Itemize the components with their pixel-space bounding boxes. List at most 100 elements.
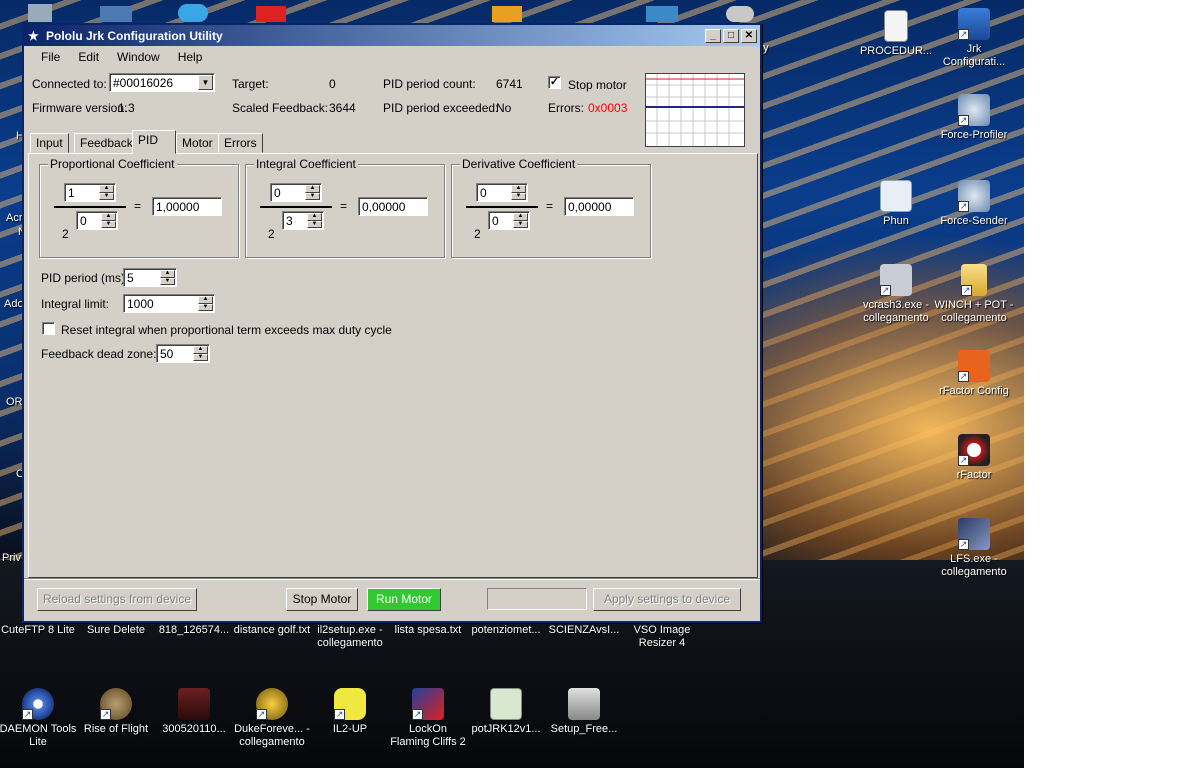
desktop-partial-icon[interactable] (492, 6, 522, 22)
skype-icon[interactable] (178, 4, 208, 22)
spin-down-icon[interactable]: ▼ (307, 220, 322, 228)
tab-feedback[interactable]: Feedback (74, 133, 139, 153)
desktop-icon-jrk[interactable]: ↗ Jrk Configurati... (934, 8, 1014, 69)
spin-down-icon[interactable]: ▼ (101, 220, 116, 228)
close-button[interactable]: ✕ (741, 28, 757, 43)
spin-up-icon[interactable]: ▲ (193, 346, 208, 354)
desktop-icon-rise-of-flight[interactable]: ↗ Rise of Flight (76, 688, 156, 736)
errors-label: Errors: (548, 101, 584, 115)
deadzone-input[interactable]: 50 ▲ ▼ (156, 344, 210, 363)
spin-up-icon[interactable]: ▲ (307, 213, 322, 221)
desktop-icon-lockon[interactable]: ↗ LockOn Flaming Cliffs 2 (388, 688, 468, 749)
desktop-icon-vcrash[interactable]: ↗ vcrash3.exe - collegamento (856, 264, 936, 325)
duke-icon: ↗ (256, 688, 288, 720)
run-motor-button[interactable]: Run Motor (367, 588, 441, 611)
derivative-numerator[interactable]: 0 ▲ ▼ (476, 183, 528, 202)
spin-up-icon[interactable]: ▲ (160, 270, 175, 278)
desktop-icon-818[interactable]: 818_126574... (154, 624, 234, 637)
spin-up-icon[interactable]: ▲ (99, 185, 114, 193)
integral-limit-input[interactable]: 1000 ▲ ▼ (123, 294, 215, 313)
device-select[interactable]: #00016026 ▼ (109, 73, 215, 92)
spin-up-icon[interactable]: ▲ (198, 296, 213, 304)
proportional-numerator[interactable]: 1 ▲ ▼ (64, 183, 116, 202)
desktop-icon-lfs[interactable]: ↗ LFS.exe - collegamento (934, 518, 1014, 579)
desktop-icon-potjrk[interactable]: potJRK12v1... (466, 688, 546, 736)
desktop-partial-icon[interactable] (100, 6, 132, 22)
desktop-icon-winch-pot[interactable]: ↗ WINCH + POT - collegamento (934, 264, 1014, 325)
spin-up-icon[interactable]: ▲ (101, 213, 116, 221)
desktop-icon-cuteftp[interactable]: CuteFTP 8 Lite (0, 624, 78, 637)
proportional-title: Proportional Coefficient (48, 157, 177, 171)
reset-integral-checkbox[interactable] (42, 322, 55, 335)
desktop-icon-rfactor-config[interactable]: ↗ rFactor Config (934, 350, 1014, 398)
integral-exponent[interactable]: 3 ▲ ▼ (282, 211, 324, 230)
il2-up-icon: ↗ (334, 688, 366, 720)
recycle-bin-icon[interactable] (28, 4, 52, 22)
desktop-partial-icon[interactable] (256, 6, 286, 22)
document-icon (884, 10, 908, 42)
minimize-button[interactable]: _ (705, 28, 721, 43)
stop-motor-button[interactable]: Stop Motor (286, 588, 358, 611)
maximize-button[interactable]: □ (723, 28, 739, 43)
pid-count-label: PID period count: (383, 77, 476, 91)
desktop-partial-icon[interactable] (726, 6, 754, 22)
stop-motor-checkbox[interactable]: ✓ (548, 76, 561, 89)
desktop-icon-sure-delete[interactable]: Sure Delete (76, 624, 156, 637)
pid-period-input[interactable]: 5 ▲ ▼ (123, 268, 177, 287)
pid-period-label: PID period (ms): (41, 271, 129, 285)
spin-down-icon[interactable]: ▼ (305, 192, 320, 200)
menu-edit[interactable]: Edit (69, 50, 108, 64)
spin-up-icon[interactable]: ▲ (511, 185, 526, 193)
spin-down-icon[interactable]: ▼ (160, 277, 175, 285)
integral-group: Integral Coefficient 0 ▲ ▼ 3 ▲ ▼ 2 = 0,000… (245, 157, 445, 258)
spin-up-icon[interactable]: ▲ (513, 213, 528, 221)
target-label: Target: (232, 77, 269, 91)
integral-title: Integral Coefficient (254, 157, 358, 171)
menu-help[interactable]: Help (169, 50, 212, 64)
pid-exceeded-value: No (496, 101, 512, 115)
desktop-icon-vso[interactable]: VSO Image Resizer 4 (622, 624, 702, 650)
proportional-exponent[interactable]: 0 ▲ ▼ (76, 211, 118, 230)
tab-input[interactable]: Input (30, 133, 69, 153)
derivative-exponent[interactable]: 0 ▲ ▼ (488, 211, 530, 230)
title-bar[interactable]: ★ Pololu Jrk Configuration Utility _ □ ✕ (24, 25, 760, 46)
spin-up-icon[interactable]: ▲ (305, 185, 320, 193)
desktop-icon-distance-golf[interactable]: distance golf.txt (232, 624, 312, 637)
desktop-icon-phun[interactable]: Phun (856, 180, 936, 228)
proportional-result[interactable]: 1,00000 (152, 197, 222, 216)
menu-window[interactable]: Window (108, 50, 169, 64)
desktop-icon-rfactor[interactable]: ↗ rFactor (934, 434, 1014, 482)
spin-down-icon[interactable]: ▼ (193, 353, 208, 361)
desktop-icon-potenziomet[interactable]: potenziomet... (466, 624, 546, 637)
spin-down-icon[interactable]: ▼ (99, 192, 114, 200)
spin-down-icon[interactable]: ▼ (513, 220, 528, 228)
desktop-icon-scienza[interactable]: SCIENZAvsI... (544, 624, 624, 637)
desktop-icon-setup-free[interactable]: Setup_Free... (544, 688, 624, 736)
desktop-cut-label: Acr (6, 212, 23, 224)
desktop-icon-procedur[interactable]: PROCEDUR... (856, 10, 936, 58)
spin-down-icon[interactable]: ▼ (511, 192, 526, 200)
tab-errors[interactable]: Errors (218, 133, 263, 153)
derivative-group: Derivative Coefficient 0 ▲ ▼ 0 ▲ ▼ 2 = 0,0… (451, 157, 651, 258)
reload-settings-button[interactable]: Reload settings from device (37, 588, 197, 611)
desktop-icon-il2setup[interactable]: il2setup.exe - collegamento (310, 624, 390, 650)
integral-result[interactable]: 0,00000 (358, 197, 428, 216)
apply-settings-button[interactable]: Apply settings to device (593, 588, 741, 611)
desktop-icon-force-sender[interactable]: ↗ Force-Sender (934, 180, 1014, 228)
spin-down-icon[interactable]: ▼ (198, 303, 213, 311)
tab-pid[interactable]: PID (132, 130, 176, 154)
scaled-feedback-value: 3644 (329, 101, 356, 115)
desktop-icon-dukeforever[interactable]: ↗ DukeForeve... - collegamento (232, 688, 312, 749)
desktop-icon-300520110[interactable]: 300520110... (154, 688, 234, 736)
firmware-label: Firmware version: (32, 101, 128, 115)
desktop-icon-il2-up[interactable]: ↗ IL2-UP (310, 688, 390, 736)
tab-motor[interactable]: Motor (176, 133, 219, 153)
desktop-icon-lista-spesa[interactable]: lista spesa.txt (388, 624, 468, 637)
desktop-icon-daemon-tools[interactable]: ↗ DAEMON Tools Lite (0, 688, 78, 749)
desktop-icon-force-profiler[interactable]: ↗ Force-Profiler (934, 94, 1014, 142)
chevron-down-icon[interactable]: ▼ (198, 75, 213, 90)
desktop-partial-icon[interactable] (646, 6, 678, 22)
integral-numerator[interactable]: 0 ▲ ▼ (270, 183, 322, 202)
derivative-result[interactable]: 0,00000 (564, 197, 634, 216)
menu-file[interactable]: File (32, 50, 69, 64)
